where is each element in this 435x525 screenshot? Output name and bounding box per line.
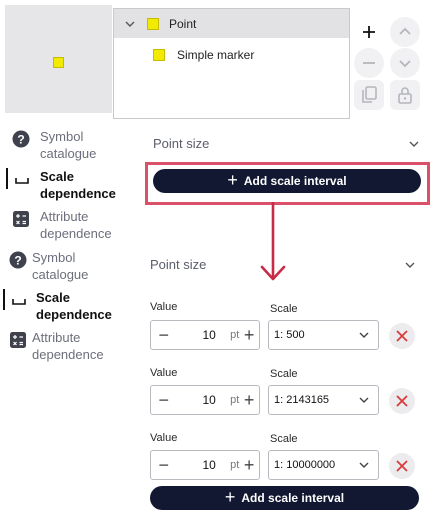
chevron-down-icon[interactable] xyxy=(124,18,136,30)
nav-label-line1: Symbol xyxy=(40,129,84,144)
copy-icon xyxy=(362,86,377,103)
nav-label-line2: catalogue xyxy=(40,146,97,161)
nav-label-line1: Attribute xyxy=(40,209,89,224)
close-icon xyxy=(396,460,408,472)
section-title-point-size: Point size xyxy=(153,136,210,151)
value-stepper[interactable]: − 10 pt + xyxy=(150,385,260,415)
add-layer-button[interactable] xyxy=(354,17,384,47)
value-label: Value xyxy=(150,367,178,379)
scale-select[interactable]: 1: 2143165 xyxy=(268,385,379,415)
plus-icon: + xyxy=(224,487,236,507)
calculator-icon xyxy=(9,331,27,349)
nav-label-line2: dependence xyxy=(40,186,116,201)
value-label: Value xyxy=(150,432,178,444)
scale-select[interactable]: 1: 500 xyxy=(268,320,379,350)
unit-label: pt xyxy=(230,329,240,341)
nav-attribute-dependence[interactable]: Attribute dependence xyxy=(9,329,104,363)
minus-icon xyxy=(363,62,375,64)
unit-label: pt xyxy=(230,459,240,471)
tree-item-simple-marker[interactable]: Simple marker xyxy=(114,43,349,67)
nav-label-line2: dependence xyxy=(36,307,112,322)
nav-label-line2: dependence xyxy=(40,226,112,241)
arrow-down-icon xyxy=(260,202,286,281)
preview-marker-square xyxy=(53,57,64,68)
decrement-button[interactable]: − xyxy=(151,390,177,411)
decrement-button[interactable]: − xyxy=(151,325,177,346)
scale-label: Scale xyxy=(270,303,298,315)
value-input[interactable]: 10 xyxy=(177,458,215,472)
decrement-button[interactable]: − xyxy=(151,455,177,476)
value-input[interactable]: 10 xyxy=(177,393,215,407)
increment-button[interactable]: + xyxy=(239,390,259,411)
lock-icon xyxy=(398,87,412,104)
value-stepper[interactable]: − 10 pt + xyxy=(150,450,260,480)
symbol-layer-tree: Point Simple marker xyxy=(113,8,350,119)
help-circle-icon: ? xyxy=(12,130,30,148)
nav-label-line2: dependence xyxy=(32,347,104,362)
tree-item-label: Simple marker xyxy=(177,48,255,62)
nav-label-line1: Scale xyxy=(40,169,74,184)
lock-layer-button[interactable] xyxy=(390,80,420,110)
plus-icon xyxy=(363,26,375,38)
scale-label: Scale xyxy=(270,368,298,380)
scale-value: 1: 2143165 xyxy=(274,394,330,406)
delete-interval-button[interactable] xyxy=(389,323,415,349)
remove-layer-button[interactable] xyxy=(354,48,384,78)
chevron-down-icon xyxy=(359,462,369,468)
duplicate-layer-button[interactable] xyxy=(354,80,384,110)
nav-label-line1: Symbol xyxy=(32,250,76,265)
nav-label-line1: Attribute xyxy=(32,330,81,345)
scale-select[interactable]: 1: 10000000 xyxy=(268,450,379,480)
nav-attribute-dependence[interactable]: Attribute dependence xyxy=(12,208,112,242)
point-swatch-icon xyxy=(147,17,159,30)
unit-label: pt xyxy=(230,394,240,406)
scale-label: Scale xyxy=(270,433,298,445)
nav-symbol-catalogue[interactable]: ? Symbol catalogue xyxy=(9,249,88,283)
delete-interval-button[interactable] xyxy=(389,388,415,414)
close-icon xyxy=(396,330,408,342)
button-label: Add scale interval xyxy=(241,491,345,505)
value-input[interactable]: 10 xyxy=(177,328,215,342)
symbol-preview xyxy=(5,5,112,113)
marker-swatch-icon xyxy=(153,49,165,61)
close-icon xyxy=(396,395,408,407)
value-label: Value xyxy=(150,301,178,313)
svg-text:?: ? xyxy=(17,133,24,147)
increment-button[interactable]: + xyxy=(239,455,259,476)
scale-bracket-icon xyxy=(13,170,31,188)
tree-item-point[interactable]: Point xyxy=(114,9,349,38)
active-indicator xyxy=(3,289,5,310)
move-down-button[interactable] xyxy=(390,48,420,78)
chevron-down-icon[interactable] xyxy=(408,138,420,150)
nav-symbol-catalogue[interactable]: ? Symbol catalogue xyxy=(12,128,96,162)
move-up-button[interactable] xyxy=(390,17,420,47)
nav-scale-dependence[interactable]: Scale dependence xyxy=(6,168,116,202)
chevron-down-icon xyxy=(359,397,369,403)
chevron-down-icon[interactable] xyxy=(404,259,416,271)
value-stepper[interactable]: − 10 pt + xyxy=(150,320,260,350)
delete-interval-button[interactable] xyxy=(389,453,415,479)
highlight-box xyxy=(145,162,430,205)
chevron-down-icon xyxy=(399,60,411,68)
tree-item-label: Point xyxy=(169,16,197,31)
active-indicator xyxy=(6,168,8,189)
add-scale-interval-button[interactable]: + Add scale interval xyxy=(150,486,419,510)
chevron-down-icon xyxy=(359,332,369,338)
nav-scale-dependence[interactable]: Scale dependence xyxy=(3,289,112,323)
scale-value: 1: 10000000 xyxy=(274,459,336,471)
nav-label-line1: Scale xyxy=(36,290,70,305)
scale-value: 1: 500 xyxy=(274,329,305,341)
scale-bracket-icon xyxy=(10,291,28,309)
svg-text:?: ? xyxy=(14,254,21,268)
nav-label-line2: catalogue xyxy=(32,267,89,282)
section-title-point-size: Point size xyxy=(150,257,207,272)
calculator-icon xyxy=(12,210,30,228)
increment-button[interactable]: + xyxy=(239,325,259,346)
help-circle-icon: ? xyxy=(9,251,27,269)
chevron-up-icon xyxy=(399,27,411,35)
